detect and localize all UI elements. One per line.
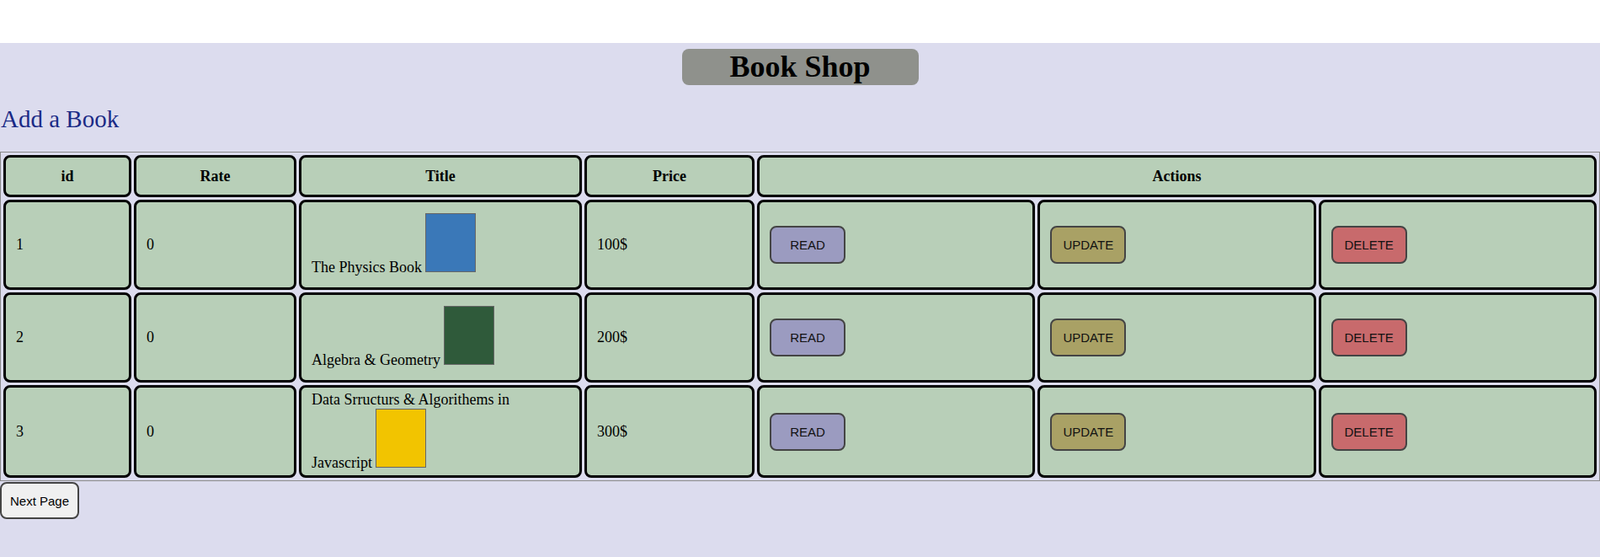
title-cell: The Physics Book	[298, 199, 582, 290]
update-button[interactable]: UPDATE	[1050, 412, 1126, 451]
title-cell: Algebra & Geometry	[298, 292, 582, 383]
action-cell: READ	[757, 384, 1035, 478]
column-header: Price	[584, 154, 755, 198]
action-cell: READ	[757, 292, 1035, 383]
page: Book Shop Add a Book idRateTitlePriceActio…	[0, 42, 1600, 557]
action-cell: DELETE	[1318, 384, 1597, 478]
table-row: 10The Physics Book100$ READ UPDATE DELETE	[3, 199, 1597, 290]
update-button[interactable]: UPDATE	[1050, 225, 1126, 264]
top-strip	[0, 0, 1600, 43]
title-cell: Data Srructurs & Algorithems in Javascri…	[298, 384, 582, 478]
action-cell: UPDATE	[1037, 292, 1316, 383]
action-cell: DELETE	[1318, 292, 1597, 383]
book-cover	[443, 305, 495, 365]
price-cell: 300$	[584, 384, 755, 478]
rate-cell: 0	[133, 292, 297, 383]
action-cell: UPDATE	[1037, 199, 1316, 290]
delete-button[interactable]: DELETE	[1331, 225, 1408, 264]
id-cell: 3	[3, 384, 132, 478]
id-cell: 1	[3, 199, 132, 290]
column-header: id	[3, 154, 132, 198]
page-title: Book Shop	[682, 48, 919, 86]
column-header: Title	[298, 154, 582, 198]
book-cover	[425, 213, 476, 272]
next-page-button[interactable]: Next Page	[0, 481, 80, 519]
id-cell: 2	[3, 292, 132, 383]
column-header: Rate	[133, 154, 297, 198]
book-cover	[375, 408, 427, 468]
action-cell: UPDATE	[1037, 384, 1316, 478]
add-book-link[interactable]: Add a Book	[0, 105, 119, 134]
read-button[interactable]: READ	[769, 225, 846, 264]
delete-button[interactable]: DELETE	[1331, 412, 1408, 451]
read-button[interactable]: READ	[769, 318, 846, 357]
price-cell: 100$	[584, 199, 755, 290]
header-row: idRateTitlePriceActions	[3, 154, 1597, 198]
price-cell: 200$	[584, 292, 755, 383]
read-button[interactable]: READ	[769, 412, 846, 451]
table-row: 20Algebra & Geometry200$ READ UPDATE DELETE	[3, 292, 1597, 383]
rate-cell: 0	[133, 199, 297, 290]
table-row: 30Data Srructurs & Algorithems in Javasc…	[3, 384, 1597, 478]
action-cell: READ	[757, 199, 1035, 290]
rate-cell: 0	[133, 384, 297, 478]
update-button[interactable]: UPDATE	[1050, 318, 1126, 357]
column-header: Actions	[757, 154, 1597, 198]
delete-button[interactable]: DELETE	[1331, 318, 1408, 357]
books-table: idRateTitlePriceActions10The Physics Boo…	[0, 151, 1600, 481]
action-cell: DELETE	[1318, 199, 1597, 290]
